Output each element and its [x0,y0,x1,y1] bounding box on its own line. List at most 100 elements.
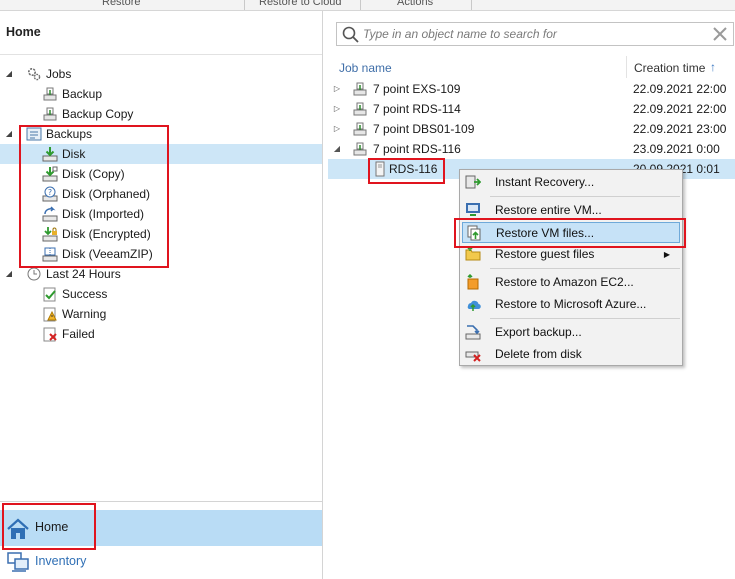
tree-node-disk-orphaned[interactable]: ? Disk (Orphaned) [0,184,322,204]
menu-item-instant-recovery[interactable]: Instant Recovery... [462,172,680,193]
tree-node-backup[interactable]: Backup [0,84,322,104]
tree-label: Disk (Encrypted) [62,227,151,241]
job-icon [352,141,368,157]
menu-item-export-backup[interactable]: Export backup... [462,322,680,343]
tree-node-disk[interactable]: Disk [0,144,322,164]
tree-node-disk-veeamzip[interactable]: Disk (VeeamZIP) [0,244,322,264]
tree-label: Disk (Imported) [62,207,145,221]
home-icon [6,518,30,540]
disk-encrypted-icon [42,226,58,242]
creation-time-cell: 22.09.2021 23:00 [633,122,727,136]
nav-inventory-button[interactable]: Inventory [0,549,322,579]
pane-title: Home [6,25,41,39]
table-row[interactable]: ▷ 7 point RDS-114 22.09.2021 22:00 [324,99,735,119]
tree-label: Warning [62,307,107,321]
table-row[interactable]: ◢ 7 point RDS-116 23.09.2021 0:00 [324,139,735,159]
tree-label: Backups [46,127,93,141]
table-row[interactable]: ▷ 7 point EXS-109 22.09.2021 22:00 [324,79,735,99]
menu-separator [490,196,680,197]
expand-caret-icon[interactable]: ▷ [332,99,342,119]
job-icon [352,121,368,137]
tree-node-jobs[interactable]: ◢ Jobs [0,64,322,84]
menu-item-label: Restore entire VM... [495,203,602,217]
tree-node-disk-imported[interactable]: Disk (Imported) [0,204,322,224]
tree-node-backup-copy[interactable]: Backup Copy [0,104,322,124]
guest-files-icon [465,245,481,262]
ribbon-separator [244,0,245,10]
ribbon-tabs: Restore Restore to Cloud Actions [0,0,735,11]
menu-item-restore-entire-vm[interactable]: Restore entire VM... [462,200,680,221]
vm-icon [372,161,388,177]
context-menu: Instant Recovery... Restore entire VM...… [459,169,683,366]
tree-node-success[interactable]: Success [0,284,322,304]
creation-time-cell: 23.09.2021 0:00 [633,142,720,156]
success-icon [42,286,58,302]
expand-caret-icon[interactable]: ▷ [332,119,342,139]
divider [0,54,322,55]
ribbon-group-restore[interactable]: Restore [102,0,141,8]
nav-home-button[interactable]: Home [0,510,322,546]
expand-caret-icon[interactable]: ◢ [4,264,14,284]
tree-label: Backup [62,87,103,101]
column-header-creation-time[interactable]: Creation time [634,61,705,75]
expand-caret-icon[interactable]: ▷ [332,79,342,99]
svg-text:?: ? [48,188,52,197]
tree-node-disk-encrypted[interactable]: Disk (Encrypted) [0,224,322,244]
tree-node-warning[interactable]: Warning [0,304,322,324]
column-divider[interactable] [626,56,627,78]
menu-item-restore-guest-files[interactable]: Restore guest files ▶ [462,244,680,265]
column-header-job-name[interactable]: Job name [339,61,392,75]
submenu-arrow-icon: ▶ [663,250,670,259]
search-box[interactable]: Type in an object name to search for [336,22,734,46]
job-icon [352,81,368,97]
nav-inventory-label: Inventory [35,554,87,568]
navigation-pane: Home ◢ Jobs Backup Backup Copy ◢ Backups… [0,11,323,579]
menu-item-label: Export backup... [495,325,582,339]
disk-orphaned-icon: ? [42,186,58,202]
menu-item-restore-to-amazon-ec2[interactable]: Restore to Amazon EC2... [462,272,680,293]
tree-label: Success [62,287,108,301]
backups-icon [26,126,42,142]
tree-node-last-24-hours[interactable]: ◢ Last 24 Hours [0,264,322,284]
nav-home-label: Home [35,520,69,534]
clear-search-icon[interactable] [711,25,729,46]
collapse-caret-icon[interactable]: ◢ [332,139,342,159]
tree-label: Last 24 Hours [46,267,121,281]
expand-caret-icon[interactable]: ◢ [4,64,14,84]
disk-copy-icon [42,166,58,182]
job-name-cell: 7 point EXS-109 [373,82,461,96]
tree-label: Failed [62,327,95,341]
job-name-cell: 7 point RDS-114 [373,102,461,116]
ribbon-separator [471,0,472,10]
ribbon-group-restore-to-cloud[interactable]: Restore to Cloud [259,0,342,8]
job-name-cell: 7 point DBS01-109 [373,122,475,136]
creation-time-cell: 22.09.2021 22:00 [633,102,727,116]
instant-recovery-icon [465,174,482,190]
sort-ascending-icon: ↑ [710,60,716,74]
inventory-icon [6,551,30,573]
creation-time-cell: 22.09.2021 22:00 [633,82,727,96]
table-row[interactable]: ▷ 7 point DBS01-109 22.09.2021 23:00 [324,119,735,139]
disk-icon [42,146,58,162]
ribbon-group-actions[interactable]: Actions [397,0,433,8]
tree-node-failed[interactable]: Failed [0,324,322,344]
menu-item-restore-to-microsoft-azure[interactable]: Restore to Microsoft Azure... [462,294,680,315]
tree-node-backups[interactable]: ◢ Backups [0,124,322,144]
menu-separator [490,268,680,269]
restore-files-icon [466,225,482,241]
restore-vm-icon [465,202,481,218]
expand-caret-icon[interactable]: ◢ [4,124,14,144]
tree-label: Jobs [46,67,72,81]
job-icon [352,101,368,117]
tree-node-disk-copy[interactable]: Disk (Copy) [0,164,322,184]
job-name-cell: 7 point RDS-116 [373,142,461,156]
menu-item-restore-vm-files[interactable]: Restore VM files... [462,222,680,243]
amazon-ec2-icon [465,273,481,290]
azure-icon [465,296,481,312]
search-input[interactable]: Type in an object name to search for [363,27,557,41]
tree-label: Disk (Copy) [62,167,125,181]
disk-veeamzip-icon [42,246,58,262]
clock-icon [26,266,42,282]
ribbon-separator [360,0,361,10]
menu-item-delete-from-disk[interactable]: Delete from disk [462,344,680,365]
